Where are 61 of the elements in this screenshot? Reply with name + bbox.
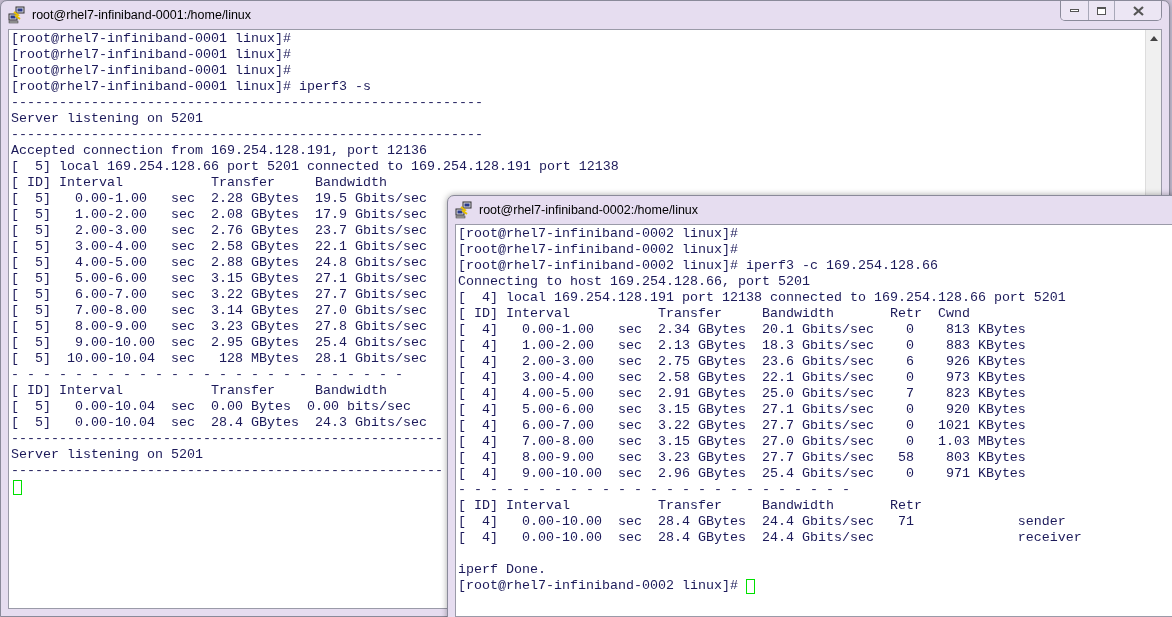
terminal-line: [ 5] 9.00-10.00 sec 2.95 GBytes 25.4 Gbits/sec (11, 335, 427, 351)
maximize-button[interactable] (1089, 1, 1115, 20)
terminal-line: [ 5] 1.00-2.00 sec 2.08 GBytes 17.9 Gbits/sec (11, 207, 427, 223)
terminal-line: [ 4] 7.00-8.00 sec 3.15 GBytes 27.0 Gbits/sec 0 1.03 MBytes (458, 434, 1026, 450)
terminal-line: [ ID] Interval Transfer Bandwidth Retr Cwnd (458, 306, 970, 322)
terminal-line: [root@rhel7-infiniband-0001 linux]# (11, 63, 291, 79)
terminal-line: [ 5] local 169.254.128.66 port 5201 connected to 169.254.128.191 port 12138 (11, 159, 619, 175)
window-title: root@rhel7-infiniband-0001:/home/linux (32, 6, 252, 24)
text-cursor (13, 479, 22, 495)
scroll-up-icon (1149, 36, 1158, 41)
computers-icon (455, 201, 473, 219)
terminal-line: [ 4] 8.00-9.00 sec 3.23 GBytes 27.7 Gbits/sec 58 803 KBytes (458, 450, 1026, 466)
terminal-line: [ 4] 2.00-3.00 sec 2.75 GBytes 23.6 Gbits/sec 6 926 KBytes (458, 354, 1026, 370)
terminal-line: [ 4] 9.00-10.00 sec 2.96 GBytes 25.4 Gbits/sec 0 971 KBytes (458, 466, 1026, 482)
terminal-line: Server listening on 5201 (11, 447, 203, 463)
terminal-line: [root@rhel7-infiniband-0002 linux]# (458, 226, 738, 242)
terminal-line: - - - - - - - - - - - - - - - - - - - - - - - - - (11, 367, 403, 383)
terminal-line: [root@rhel7-infiniband-0001 linux]# (11, 31, 291, 47)
terminal-line: ------------------------------------------------------ (11, 463, 443, 479)
terminal-line: [ 5] 6.00-7.00 sec 3.22 GBytes 27.7 Gbits/sec (11, 287, 427, 303)
terminal-line: [ 4] 3.00-4.00 sec 2.58 GBytes 22.1 Gbits/sec 0 973 KBytes (458, 370, 1026, 386)
window-title: root@rhel7-infiniband-0002:/home/linux (479, 201, 699, 219)
terminal-line: [ 4] 4.00-5.00 sec 2.91 GBytes 25.0 Gbits/sec 7 823 KBytes (458, 386, 1026, 402)
terminal-line: [ 4] 5.00-6.00 sec 3.15 GBytes 27.1 Gbits/sec 0 920 KBytes (458, 402, 1026, 418)
terminal-line: [ 4] 1.00-2.00 sec 2.13 GBytes 18.3 Gbits/sec 0 883 KBytes (458, 338, 1026, 354)
terminal-line: Server listening on 5201 (11, 111, 203, 127)
terminal-line: [root@rhel7-infiniband-0002 linux]# (458, 242, 738, 258)
terminal-line: [ 4] local 169.254.128.191 port 12138 connected to 169.254.128.66 port 5201 (458, 290, 1066, 306)
terminal-line: [ 5] 10.00-10.04 sec 128 MBytes 28.1 Gbits/sec (11, 351, 427, 367)
terminal-line: Connecting to host 169.254.128.66, port 5201 (458, 274, 810, 290)
computers-icon (8, 6, 26, 24)
terminal-line: [ 5] 3.00-4.00 sec 2.58 GBytes 22.1 Gbits/sec (11, 239, 427, 255)
close-button[interactable] (1115, 1, 1161, 20)
terminal-line: [root@rhel7-infiniband-0001 linux]# (11, 47, 291, 63)
terminal-line: iperf Done. (458, 562, 546, 578)
terminal-line: [ 5] 8.00-9.00 sec 3.23 GBytes 27.8 Gbits/sec (11, 319, 427, 335)
terminal-line: [ 4] 0.00-10.00 sec 28.4 GBytes 24.4 Gbits/sec 71 sender (458, 514, 1066, 530)
terminal-line: ------------------------------------------------------ (11, 431, 443, 447)
terminal-line: [ ID] Interval Transfer Bandwidth (11, 383, 387, 399)
terminal-line: [root@rhel7-infiniband-0002 linux]# iperf3 -c 169.254.128.66 (458, 258, 938, 274)
terminal-line: ----------------------------------------------------------- (11, 127, 483, 143)
terminal-line: Accepted connection from 169.254.128.191, port 12136 (11, 143, 427, 159)
terminal-line: [ 4] 0.00-1.00 sec 2.34 GBytes 20.1 Gbits/sec 0 813 KBytes (458, 322, 1026, 338)
terminal-line: [ ID] Interval Transfer Bandwidth Retr (458, 498, 922, 514)
text-cursor (745, 578, 755, 594)
terminal-line: [ 5] 0.00-1.00 sec 2.28 GBytes 19.5 Gbits/sec (11, 191, 427, 207)
terminal-line: [ 5] 0.00-10.04 sec 0.00 Bytes 0.00 bits/sec (11, 399, 411, 415)
terminal-line: [ 4] 0.00-10.00 sec 28.4 GBytes 24.4 Gbits/sec receiver (458, 530, 1082, 546)
terminal-line: [root@rhel7-infiniband-0001 linux]# iperf3 -s (11, 79, 371, 95)
terminal-line: ----------------------------------------------------------- (11, 95, 483, 111)
terminal-line: [ ID] Interval Transfer Bandwidth (11, 175, 387, 191)
terminal-line: [root@rhel7-infiniband-0002 linux]# (458, 578, 738, 594)
terminal-line: [ 5] 7.00-8.00 sec 3.14 GBytes 27.0 Gbits/sec (11, 303, 427, 319)
terminal-line: [ 5] 5.00-6.00 sec 3.15 GBytes 27.1 Gbits/sec (11, 271, 427, 287)
terminal-line: [ 4] 6.00-7.00 sec 3.22 GBytes 27.7 Gbits/sec 0 1021 KBytes (458, 418, 1026, 434)
terminal-line: - - - - - - - - - - - - - - - - - - - - - - - - - (458, 482, 850, 498)
terminal-line: [ 5] 2.00-3.00 sec 2.76 GBytes 23.7 Gbits/sec (11, 223, 427, 239)
terminal-line: [ 5] 4.00-5.00 sec 2.88 GBytes 24.8 Gbits/sec (11, 255, 427, 271)
minimize-button[interactable] (1061, 1, 1089, 20)
terminal-line: [ 5] 0.00-10.04 sec 28.4 GBytes 24.3 Gbits/sec (11, 415, 427, 431)
close-icon[interactable] (1132, 5, 1144, 16)
